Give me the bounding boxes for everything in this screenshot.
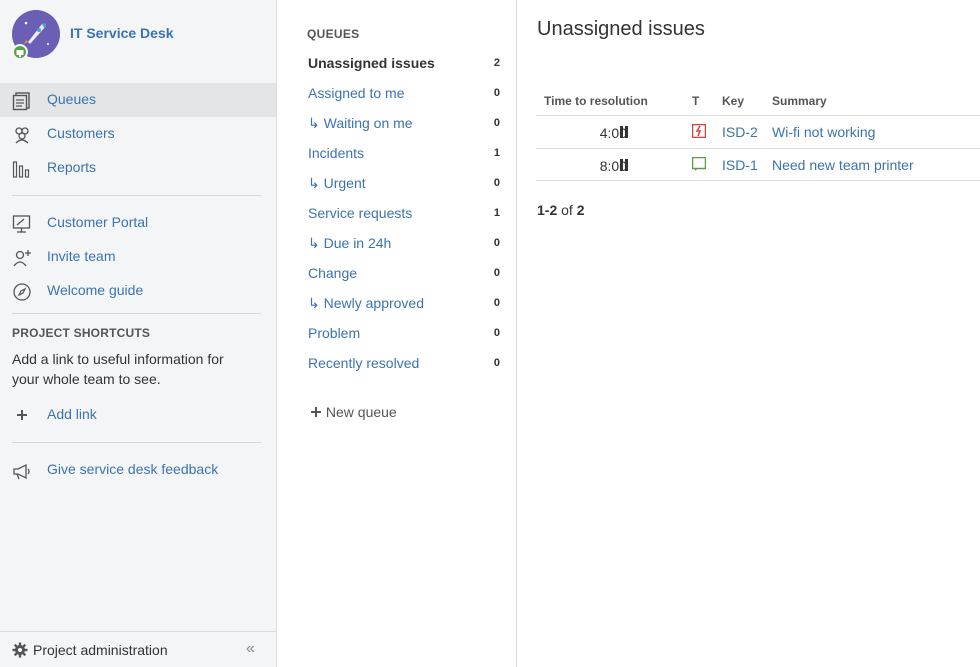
queue-count: 2 xyxy=(493,57,500,69)
column-header-key[interactable]: Key xyxy=(722,94,744,108)
queue-count: 0 xyxy=(493,267,500,279)
add-link-label: Add link xyxy=(47,406,97,422)
column-header-type[interactable]: T xyxy=(692,94,699,108)
pager-range: 1-2 xyxy=(537,202,558,218)
sidebar-item-label: Welcome guide xyxy=(47,282,144,298)
pause-icon xyxy=(620,126,628,138)
plus-icon xyxy=(17,410,27,420)
queue-item-newly-approved[interactable]: ↳ Newly approved xyxy=(308,295,488,317)
queue-count: 0 xyxy=(493,237,500,249)
gear-icon xyxy=(12,642,28,658)
table-row[interactable]: 8:00 ISD-1 Need new team printer xyxy=(536,148,980,181)
megaphone-icon xyxy=(13,463,30,480)
queue-count: 0 xyxy=(493,357,500,369)
queue-label: ↳ Newly approved xyxy=(308,295,425,311)
table-row[interactable]: 4:00 ISD-2 Wi-fi not working xyxy=(536,115,980,148)
invite-icon xyxy=(13,250,31,267)
queue-item-service-requests[interactable]: Service requests xyxy=(308,205,488,227)
sidebar-item-label: Invite team xyxy=(47,248,116,264)
queue-label: Recently resolved xyxy=(308,355,420,371)
queue-label: Unassigned issues xyxy=(308,55,435,71)
queue-count: 1 xyxy=(493,147,500,159)
service-request-icon xyxy=(692,157,706,171)
sidebar-item-label: Customer Portal xyxy=(47,214,149,230)
sidebar-item-invite-team[interactable]: Invite team xyxy=(0,240,276,274)
pause-icon xyxy=(620,159,628,171)
column-header-time[interactable]: Time to resolution xyxy=(544,94,648,108)
plus-icon xyxy=(311,407,321,417)
column-header-summary[interactable]: Summary xyxy=(772,94,827,108)
pagination-summary: 1-2 of 2 xyxy=(537,202,585,218)
project-name[interactable]: IT Service Desk xyxy=(70,25,174,41)
queue-item-waiting-on-me[interactable]: ↳ Waiting on me xyxy=(308,115,488,137)
queue-label: ↳ Waiting on me xyxy=(308,115,413,131)
reports-icon xyxy=(12,161,30,178)
sidebar: IT Service Desk Queues Customers Reports xyxy=(0,0,277,667)
queues-title: QUEUES xyxy=(307,27,360,41)
queue-count: 1 xyxy=(493,207,500,219)
queue-item-problem[interactable]: Problem xyxy=(308,325,488,347)
project-administration-link[interactable]: Project administration xyxy=(33,642,168,658)
page-title: Unassigned issues xyxy=(537,18,705,40)
queue-label: ↳ Due in 24h xyxy=(308,235,392,251)
sidebar-item-welcome-guide[interactable]: Welcome guide xyxy=(0,274,276,308)
sidebar-divider xyxy=(12,313,261,314)
feedback-label: Give service desk feedback xyxy=(47,461,219,477)
shortcuts-title: PROJECT SHORTCUTS xyxy=(12,326,151,340)
sidebar-divider xyxy=(12,195,261,196)
queue-item-assigned-to-me[interactable]: Assigned to me xyxy=(308,85,488,107)
queue-count: 0 xyxy=(493,327,500,339)
queue-count: 0 xyxy=(493,87,500,99)
issue-key-link[interactable]: ISD-1 xyxy=(722,157,758,173)
queue-item-incidents[interactable]: Incidents xyxy=(308,145,488,167)
queues-icon xyxy=(12,92,30,111)
queue-item-due-in-24h[interactable]: ↳ Due in 24h xyxy=(308,235,488,257)
issue-summary-link[interactable]: Need new team printer xyxy=(772,157,914,173)
queue-label: Assigned to me xyxy=(308,85,405,101)
queue-label: ↳ Urgent xyxy=(308,175,366,191)
new-queue-button[interactable]: New queue xyxy=(310,404,397,420)
sidebar-item-customer-portal[interactable]: Customer Portal xyxy=(0,206,276,240)
issue-summary-link[interactable]: Wi-fi not working xyxy=(772,124,875,140)
sidebar-item-reports[interactable]: Reports xyxy=(0,151,276,185)
sidebar-item-label: Customers xyxy=(47,125,115,141)
add-link-button[interactable]: Add link xyxy=(0,398,276,432)
compass-icon xyxy=(13,283,31,301)
sidebar-item-customers[interactable]: Customers xyxy=(0,117,276,151)
sidebar-item-label: Reports xyxy=(47,159,97,175)
issue-key-link[interactable]: ISD-2 xyxy=(722,124,758,140)
main-content: Unassigned issues Time to resolution T K… xyxy=(517,0,980,667)
queue-count: 0 xyxy=(493,297,500,309)
queue-count: 0 xyxy=(493,177,500,189)
project-header[interactable]: IT Service Desk xyxy=(12,10,262,60)
queue-item-recently-resolved[interactable]: Recently resolved xyxy=(308,355,488,377)
queue-label: Incidents xyxy=(308,145,365,161)
pager-total: 2 xyxy=(576,202,585,218)
queue-item-unassigned-issues[interactable]: Unassigned issues xyxy=(308,55,488,77)
portal-icon xyxy=(12,215,31,233)
incident-icon xyxy=(692,124,706,138)
queue-label: Problem xyxy=(308,325,361,341)
collapse-sidebar-icon[interactable]: « xyxy=(246,640,255,658)
queue-item-change[interactable]: Change xyxy=(308,265,488,287)
pager-of: of xyxy=(561,202,573,218)
queue-count: 0 xyxy=(493,117,500,129)
queue-item-urgent[interactable]: ↳ Urgent xyxy=(308,175,488,197)
queue-label: Change xyxy=(308,265,358,281)
feedback-link[interactable]: Give service desk feedback xyxy=(0,453,276,487)
sidebar-item-queues[interactable]: Queues xyxy=(0,83,276,117)
shortcuts-description: Add a link to useful information for you… xyxy=(12,351,224,387)
project-badge-icon xyxy=(12,44,28,60)
sidebar-item-label: Queues xyxy=(47,91,97,107)
sidebar-divider xyxy=(12,442,261,443)
customers-icon xyxy=(15,127,29,144)
sidebar-footer: Project administration « xyxy=(0,631,276,667)
queue-label: Service requests xyxy=(308,205,413,221)
new-queue-label: New queue xyxy=(325,404,397,420)
